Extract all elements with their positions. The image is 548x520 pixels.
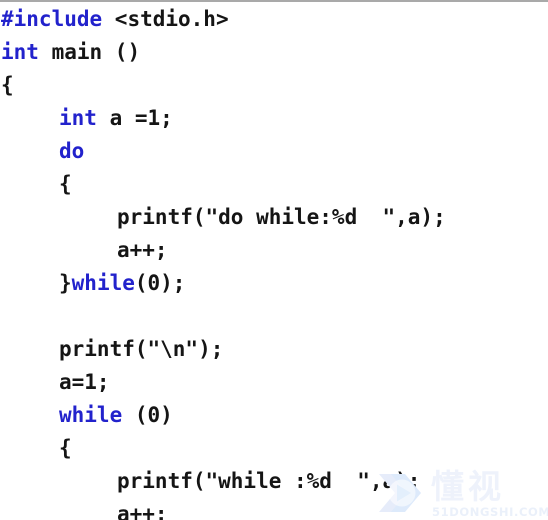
code-line[interactable]: {	[0, 69, 548, 102]
code-text: a++;	[117, 238, 168, 262]
code-line[interactable]: while (0)	[0, 399, 548, 432]
code-line[interactable]: int main ()	[0, 36, 548, 69]
code-keyword: int	[1, 40, 39, 64]
code-line[interactable]: {	[0, 168, 548, 201]
code-text: a++;	[117, 502, 168, 520]
code-keyword: do	[59, 139, 85, 163]
code-preprocessor-directive: #include	[1, 7, 103, 31]
code-line[interactable]: {	[0, 432, 548, 465]
code-line[interactable]: do	[0, 135, 548, 168]
code-line[interactable]: a++;	[0, 498, 548, 520]
code-text: <stdio.h>	[102, 7, 229, 31]
code-line[interactable]: #include <stdio.h>	[0, 3, 548, 36]
code-editor-area[interactable]: #include <stdio.h> int main (){int a =1; d…	[0, 3, 548, 520]
code-keyword: while	[59, 403, 123, 427]
code-screenshot: #include <stdio.h> int main (){int a =1; d…	[0, 0, 548, 520]
code-keyword: while	[71, 271, 135, 295]
code-line[interactable]: }while(0);	[0, 267, 548, 300]
code-text: printf("\n");	[59, 337, 224, 361]
code-keyword: int	[59, 106, 97, 130]
code-text: (0)	[122, 403, 173, 427]
code-text: a =1;	[96, 106, 173, 130]
code-text: printf("while :%d ",a);	[117, 469, 421, 493]
code-text: {	[1, 73, 14, 97]
code-line-blank[interactable]	[0, 300, 548, 333]
code-text: {	[59, 172, 72, 196]
code-text: main ()	[38, 40, 141, 64]
code-text: a=1;	[59, 370, 110, 394]
code-text: }	[59, 271, 72, 295]
code-text: printf("do while:%d ",a);	[117, 205, 446, 229]
code-text: {	[59, 436, 72, 460]
code-line[interactable]: int a =1;	[0, 102, 548, 135]
code-line[interactable]: printf("while :%d ",a);	[0, 465, 548, 498]
code-line[interactable]: printf("\n");	[0, 333, 548, 366]
code-line[interactable]: printf("do while:%d ",a);	[0, 201, 548, 234]
window-top-rule	[0, 0, 548, 2]
code-line[interactable]: a++;	[0, 234, 548, 267]
code-text: (0);	[134, 271, 186, 295]
code-line[interactable]: a=1;	[0, 366, 548, 399]
